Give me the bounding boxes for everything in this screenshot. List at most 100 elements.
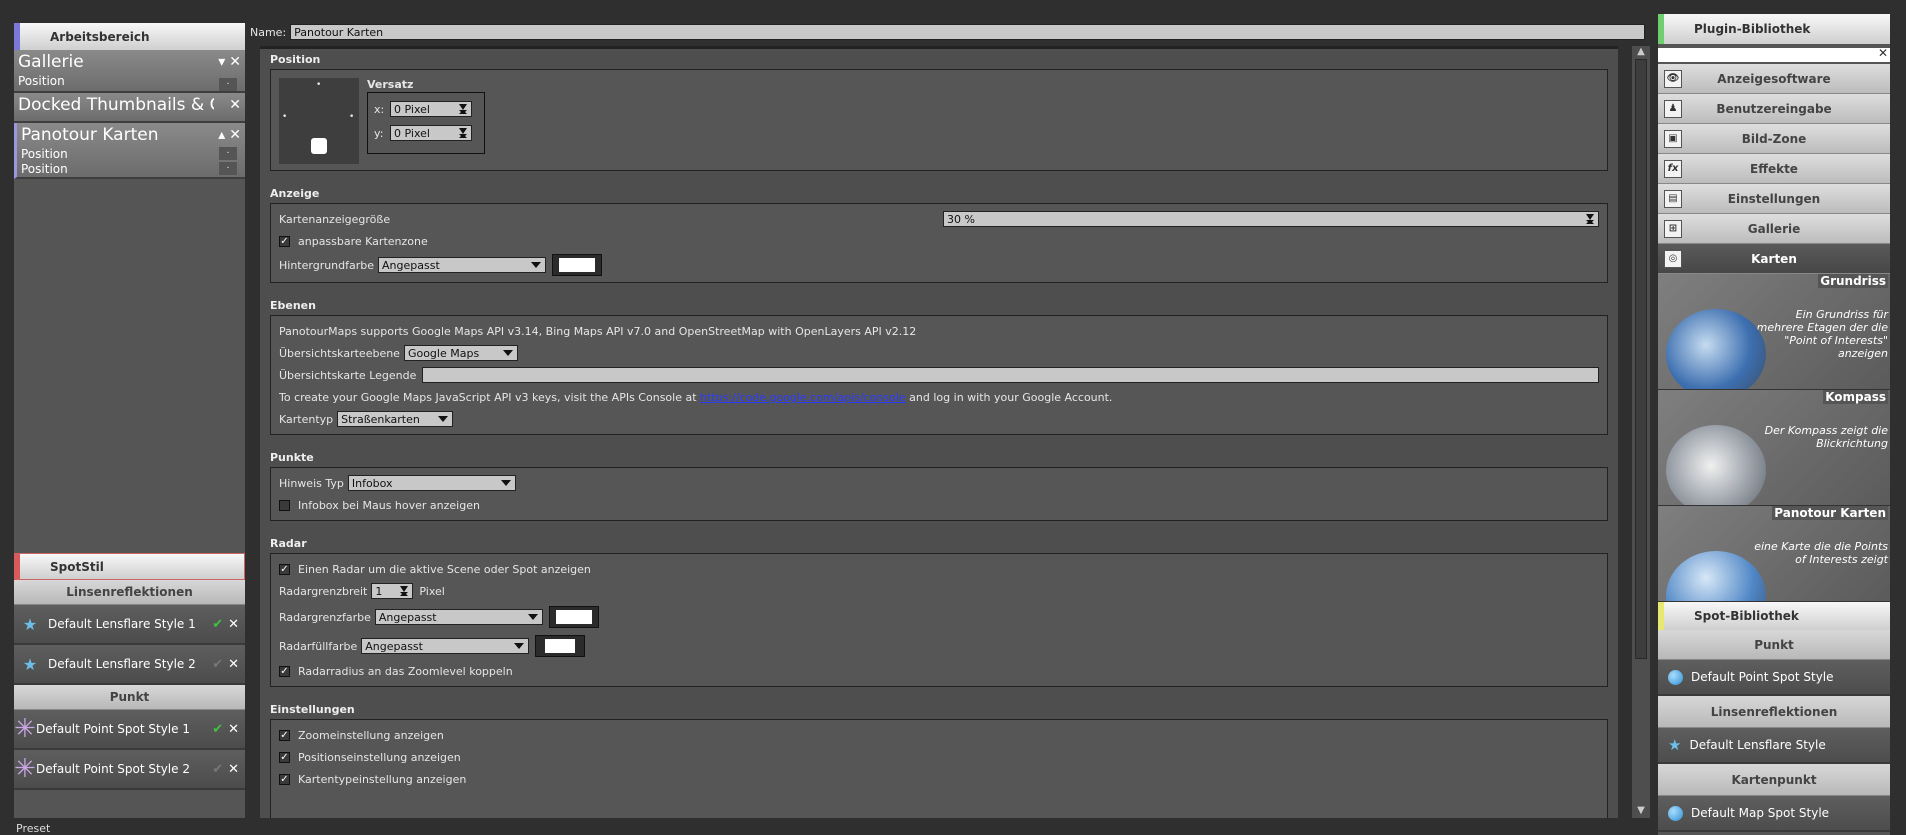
section-anzeige: Kartenanzeigegröße 30 % ✓ anpassbare Kart… xyxy=(270,203,1608,283)
close-icon[interactable]: ✕ xyxy=(229,127,241,143)
anchor-grid[interactable]: • • • xyxy=(279,78,359,164)
x-offset-input[interactable]: 0 Pixel xyxy=(390,101,472,117)
map-size-input[interactable]: 30 % xyxy=(943,211,1599,227)
spot-library-header[interactable]: Spot-Bibliothek xyxy=(1658,602,1890,630)
list-item-lensflare-2[interactable]: ★ Default Lensflare Style 2 ✔ ✕ xyxy=(14,645,245,685)
plugin-category-label: Bild-Zone xyxy=(1741,131,1807,146)
radar-fill-swatch[interactable] xyxy=(535,635,586,657)
name-input[interactable] xyxy=(290,24,1645,40)
api-console-link[interactable]: https://code.google.com/apis/console xyxy=(700,391,906,404)
zoom-setting-checkbox[interactable]: ✓ xyxy=(279,729,290,741)
section-title-radar: Radar xyxy=(270,537,307,550)
close-icon[interactable]: ✕ xyxy=(228,762,239,777)
plugin-card-panotour-karten[interactable]: Panotour Karten eine Karte die die Point… xyxy=(1658,506,1890,602)
infobox-hover-label: Infobox bei Maus hover anzeigen xyxy=(298,498,480,512)
scroll-up-icon[interactable]: ▲ xyxy=(1632,46,1650,57)
bg-color-swatch[interactable] xyxy=(552,254,603,276)
check-icon[interactable]: ✔ xyxy=(212,657,223,672)
maptype-setting-label: Kartentypeinstellung anzeigen xyxy=(298,772,467,786)
plugin-search-input[interactable]: ✕ xyxy=(1658,46,1890,62)
map-size-label: Kartenanzeigegröße xyxy=(279,212,391,226)
spotstil-group-punkt[interactable]: Punkt xyxy=(14,685,245,710)
radar-show-label: Einen Radar um die aktive Scene oder Spo… xyxy=(298,562,591,576)
radar-border-select[interactable]: Angepasst xyxy=(374,609,543,625)
radar-border-swatch[interactable] xyxy=(548,606,599,628)
spotlib-group-lensflare[interactable]: Linsenreflektionen xyxy=(1658,696,1890,728)
right-panel: Plugin-Bibliothek ✕ 👁 Anzeigesoftware ♟ Be… xyxy=(1658,14,1890,835)
workspace-header[interactable]: Arbeitsbereich xyxy=(14,23,245,50)
sphere-icon xyxy=(1668,669,1683,685)
plugin-category-bild-zone[interactable]: ▣ Bild-Zone xyxy=(1658,124,1890,154)
plugin-library-header[interactable]: Plugin-Bibliothek xyxy=(1658,14,1890,44)
check-icon[interactable]: ✔ xyxy=(212,722,223,737)
spotlib-item-point[interactable]: Default Point Spot Style xyxy=(1658,660,1890,696)
plugin-category-karten[interactable]: ◎ Karten xyxy=(1658,244,1890,274)
close-icon[interactable]: ✕ xyxy=(229,54,241,70)
spotstil-header[interactable]: SpotStil xyxy=(14,553,245,580)
anchor-selected[interactable] xyxy=(311,138,327,154)
radar-fill-select[interactable]: Angepasst xyxy=(361,638,530,654)
workspace-item-sub: Position xyxy=(21,162,68,176)
close-icon[interactable]: ✕ xyxy=(228,617,239,632)
workspace-item-title: Panotour Karten xyxy=(21,125,159,145)
adjustable-zone-checkbox[interactable]: ✓ xyxy=(279,235,290,247)
star-icon: ★ xyxy=(22,654,38,674)
plugin-card-kompass[interactable]: Kompass Der Kompass zeigt die Blickricht… xyxy=(1658,390,1890,506)
dot-handle[interactable]: . xyxy=(219,78,237,91)
plugin-category-gallerie[interactable]: ⊞ Gallerie xyxy=(1658,214,1890,244)
plugin-category-label: Effekte xyxy=(1750,161,1798,176)
workspace-item-gallerie[interactable]: Gallerie Position ▾ ✕ . xyxy=(14,50,245,93)
form-scrollbar[interactable]: ▲ ▼ xyxy=(1632,46,1650,818)
check-icon[interactable]: ✔ xyxy=(212,762,223,777)
hint-type-select[interactable]: Infobox xyxy=(347,475,516,491)
radar-zoom-checkbox[interactable]: ✓ xyxy=(279,665,290,677)
plugin-category-anzeigesoftware[interactable]: 👁 Anzeigesoftware xyxy=(1658,64,1890,94)
dot-handle[interactable]: . xyxy=(219,162,237,175)
radar-width-input[interactable]: 1 xyxy=(371,583,414,599)
list-item-point-1[interactable]: ✳ Default Point Spot Style 1 ✔ ✕ xyxy=(14,710,245,750)
spotlib-item-lensflare[interactable]: ★ Default Lensflare Style xyxy=(1658,728,1890,764)
y-offset-input[interactable]: 0 Pixel xyxy=(390,125,472,141)
spotlib-item-mapspot[interactable]: Default Map Spot Style xyxy=(1658,796,1890,832)
collapse-icon[interactable]: ▾ xyxy=(218,54,225,70)
workspace-item-panotour-karten[interactable]: Panotour Karten Position Position ▴ ✕ . … xyxy=(14,123,245,179)
list-item-point-2[interactable]: ✳ Default Point Spot Style 2 ✔ ✕ xyxy=(14,750,245,790)
plugin-category-label: Einstellungen xyxy=(1727,191,1821,206)
close-icon[interactable]: ✕ xyxy=(228,722,239,737)
scroll-thumb[interactable] xyxy=(1635,59,1647,659)
radar-show-checkbox[interactable]: ✓ xyxy=(279,563,290,575)
zoom-setting-label: Zoomeinstellung anzeigen xyxy=(298,728,444,742)
eye-icon: 👁 xyxy=(1664,69,1682,88)
scroll-down-icon[interactable]: ▼ xyxy=(1632,805,1650,816)
overview-layer-select[interactable]: Google Maps xyxy=(403,345,518,361)
hint-type-label: Hinweis Typ xyxy=(279,476,344,490)
spotlib-group-punkt[interactable]: Punkt xyxy=(1658,630,1890,660)
legend-input[interactable] xyxy=(422,367,1599,383)
plugin-category-einstellungen[interactable]: ▤ Einstellungen xyxy=(1658,184,1890,214)
close-icon[interactable]: ✕ xyxy=(229,97,241,113)
section-title-einstellungen: Einstellungen xyxy=(270,703,355,716)
maptype-setting-checkbox[interactable]: ✓ xyxy=(279,773,290,785)
spotstil-group-lensflare[interactable]: Linsenreflektionen xyxy=(14,580,245,605)
collapse-icon[interactable]: ▴ xyxy=(218,127,225,143)
spotlib-group-mapspot[interactable]: Kartenpunkt xyxy=(1658,764,1890,796)
list-item-lensflare-1[interactable]: ★ Default Lensflare Style 1 ✔ ✕ xyxy=(14,605,245,645)
plugin-card-grundriss[interactable]: Grundriss Ein Grundriss für mehrere Etag… xyxy=(1658,274,1890,390)
gallery-icon: ⊞ xyxy=(1664,219,1682,238)
plugin-category-effekte[interactable]: fx Effekte xyxy=(1658,154,1890,184)
workspace-item-docked-thumbnails[interactable]: Docked Thumbnails & Cont ✕ xyxy=(14,93,245,123)
map-type-select[interactable]: Straßenkarten xyxy=(337,411,454,427)
close-icon[interactable]: ✕ xyxy=(228,657,239,672)
section-ebenen: PanotourMaps supports Google Maps API v3… xyxy=(270,315,1608,435)
position-setting-checkbox[interactable]: ✓ xyxy=(279,751,290,763)
fx-icon: fx xyxy=(1664,159,1682,178)
globe-icon: ◎ xyxy=(1664,249,1682,268)
plugin-category-benutzereingabe[interactable]: ♟ Benutzereingabe xyxy=(1658,94,1890,124)
infobox-hover-checkbox[interactable] xyxy=(279,499,290,511)
clear-search-icon[interactable]: ✕ xyxy=(1878,46,1888,60)
check-icon[interactable]: ✔ xyxy=(212,617,223,632)
bg-color-select[interactable]: Angepasst xyxy=(378,257,547,273)
floorplan-icon xyxy=(1666,309,1766,389)
workspace-item-title: Docked Thumbnails & Cont xyxy=(18,95,214,115)
dot-handle[interactable]: . xyxy=(219,147,237,160)
